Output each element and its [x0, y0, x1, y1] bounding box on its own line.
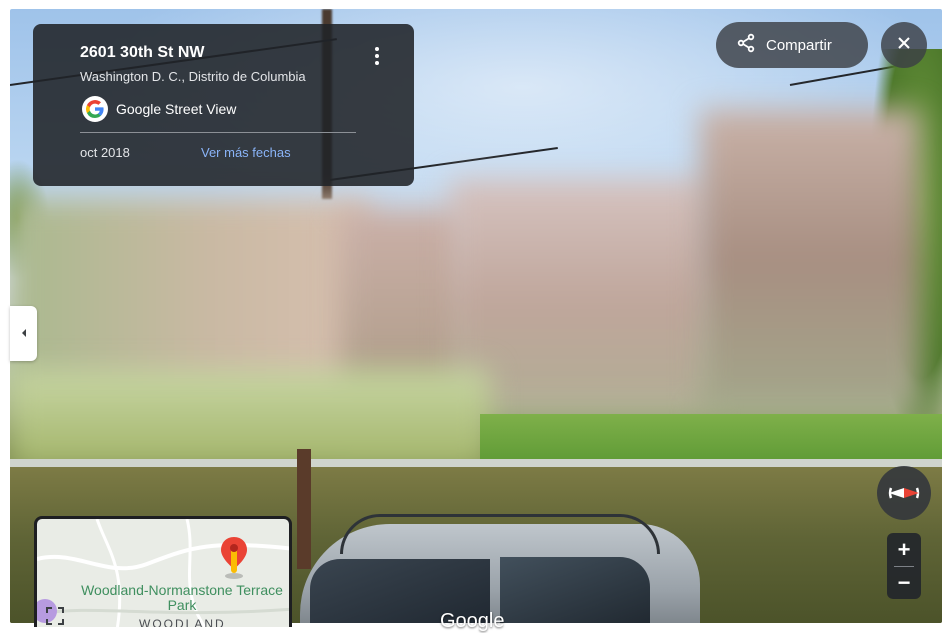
source-row: Google Street View [82, 96, 236, 122]
map-pin-icon [219, 535, 249, 584]
area-label: WOODLAND [139, 617, 226, 627]
capture-date: oct 2018 [80, 145, 130, 160]
address-title: 2601 30th St NW [80, 44, 205, 61]
car-roof-rack [340, 514, 660, 554]
chevron-left-icon [20, 325, 28, 343]
collapse-panel-button[interactable] [10, 306, 37, 361]
park-label: Woodland-Normanstone Terrace Park [81, 582, 283, 613]
blurred-hedge [10, 369, 490, 469]
minimap[interactable]: Woodland-Normanstone Terrace Park WOODLA… [34, 516, 292, 627]
expand-icon[interactable] [45, 606, 65, 627]
compass-icon [877, 487, 931, 524]
close-icon [897, 36, 911, 55]
zoom-control: + − [887, 533, 921, 599]
blurred-house [700, 109, 920, 409]
more-dates-link[interactable]: Ver más fechas [201, 145, 291, 160]
location-info-card: 2601 30th St NW Washington D. C., Distri… [33, 24, 414, 186]
utility-pole [297, 449, 311, 569]
google-logo-icon [82, 96, 108, 122]
lawn [480, 414, 942, 464]
zoom-in-button[interactable]: + [887, 534, 921, 566]
zoom-out-button[interactable]: − [887, 567, 921, 599]
share-icon [736, 33, 756, 58]
curb [10, 459, 942, 467]
close-button[interactable] [881, 22, 927, 68]
compass-button[interactable] [877, 466, 931, 520]
car-window [500, 557, 650, 623]
share-button[interactable]: Compartir [716, 22, 868, 68]
google-watermark: Google [440, 610, 505, 632]
menu-dots-icon[interactable] [370, 44, 384, 68]
address-city: Washington D. C., Distrito de Columbia [80, 69, 306, 84]
divider [80, 132, 356, 133]
share-label: Compartir [766, 36, 832, 54]
source-label: Google Street View [116, 101, 237, 117]
